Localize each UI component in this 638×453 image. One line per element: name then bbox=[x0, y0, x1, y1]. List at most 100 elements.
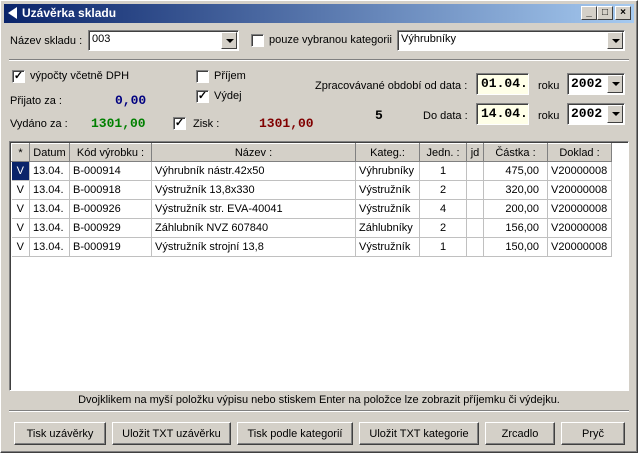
table-cell: B-000919 bbox=[69, 237, 152, 257]
received-label: Přijato za : bbox=[10, 95, 62, 107]
date-to-input[interactable]: 14.04. bbox=[476, 103, 529, 125]
column-header[interactable]: Doklad : bbox=[547, 143, 612, 162]
chevron-down-icon bbox=[612, 82, 620, 86]
table-cell: 2 bbox=[419, 180, 467, 200]
table-header-row: * Datum Kód výrobku : Název : Kateg.: Jedn. :… bbox=[11, 143, 612, 162]
column-header[interactable]: Název : bbox=[151, 143, 356, 162]
chevron-down-icon bbox=[612, 39, 620, 43]
table-cell: 200,00 bbox=[483, 199, 548, 219]
column-header[interactable]: Datum bbox=[29, 143, 70, 162]
separator bbox=[9, 59, 629, 61]
year-to-combo[interactable]: 2002 bbox=[567, 103, 625, 125]
print-by-category-button[interactable]: Tisk podle kategorií bbox=[237, 422, 353, 445]
table-cell: V bbox=[11, 161, 30, 181]
table-cell: V20000008 bbox=[547, 161, 612, 181]
table-row[interactable]: V 13.04. B-000914 Výhrubník nástr.42x50 Výhr… bbox=[11, 161, 612, 181]
print-closing-button[interactable]: Tisk uzávěrky bbox=[14, 422, 106, 445]
warehouse-dropdown-button[interactable] bbox=[221, 32, 237, 49]
receipt-checkbox[interactable] bbox=[196, 70, 209, 83]
table-cell: V20000008 bbox=[547, 218, 612, 238]
table-cell: B-000926 bbox=[69, 199, 152, 219]
chevron-down-icon bbox=[226, 39, 234, 43]
period-from-label: Zpracovávané období od data : bbox=[315, 80, 468, 92]
maximize-button[interactable]: □ bbox=[597, 6, 613, 20]
table-cell: 2 bbox=[419, 218, 467, 238]
table-cell: V bbox=[11, 180, 30, 200]
table-row[interactable]: V 13.04. B-000918 Výstružník 13,8x330 Výstru… bbox=[11, 180, 612, 200]
table-cell: Výstružník bbox=[355, 237, 420, 257]
date-from-input[interactable]: 01.04. bbox=[476, 73, 529, 95]
table-cell: 475,00 bbox=[483, 161, 548, 181]
warehouse-value: 003 bbox=[92, 33, 111, 45]
title-bar: Uzávěrka skladu _ □ × bbox=[4, 4, 634, 23]
receipt-label: Příjem bbox=[214, 70, 246, 82]
table-cell: V20000008 bbox=[547, 199, 612, 219]
table-cell: Záhlubník NVZ 607840 bbox=[151, 218, 356, 238]
items-grid[interactable]: * Datum Kód výrobku : Název : Kateg.: Jedn. :… bbox=[9, 141, 629, 391]
table-cell: Výstružník str. EVA-40041 bbox=[151, 199, 356, 219]
column-header[interactable]: Částka : bbox=[483, 143, 548, 162]
column-header[interactable]: Jedn. : bbox=[419, 143, 467, 162]
only-category-checkbox[interactable] bbox=[251, 34, 264, 47]
table-cell: Výstružník bbox=[355, 180, 420, 200]
closing-window: Uzávěrka skladu _ □ × Název skladu : 003… bbox=[0, 0, 638, 453]
table-cell: Výstružník bbox=[355, 199, 420, 219]
profit-value: 1301,00 bbox=[259, 116, 314, 131]
table-cell: Záhlubníky bbox=[355, 218, 420, 238]
column-header[interactable]: Kód výrobku : bbox=[69, 143, 152, 162]
table-row[interactable]: V 13.04. B-000929 Záhlubník NVZ 607840 Záhlu… bbox=[11, 218, 612, 238]
year-to-label: roku bbox=[538, 110, 560, 122]
issued-value: 1301,00 bbox=[91, 116, 146, 131]
warehouse-combo[interactable]: 003 bbox=[88, 30, 239, 51]
year-from-value: 2002 bbox=[571, 76, 603, 91]
table-cell: V bbox=[11, 199, 30, 219]
table-row[interactable]: V 13.04. B-000919 Výstružník strojní 13,8 Vý… bbox=[11, 237, 612, 257]
table-cell: 150,00 bbox=[483, 237, 548, 257]
issue-label: Výdej bbox=[214, 90, 242, 102]
vat-checkbox[interactable]: ✓ bbox=[12, 70, 25, 83]
table-cell: 13.04. bbox=[29, 237, 70, 257]
warehouse-label: Název skladu : bbox=[10, 35, 83, 47]
table-cell bbox=[466, 180, 484, 200]
table-cell: 320,00 bbox=[483, 180, 548, 200]
year-from-dropdown-button[interactable] bbox=[607, 75, 623, 93]
table-cell bbox=[466, 218, 484, 238]
table-cell: 4 bbox=[419, 199, 467, 219]
column-header[interactable]: jd bbox=[466, 143, 484, 162]
back-arrow-icon[interactable] bbox=[8, 7, 17, 19]
table-cell: Výstružník strojní 13,8 bbox=[151, 237, 356, 257]
category-combo[interactable]: Výhrubníky bbox=[397, 30, 625, 51]
save-txt-closing-button[interactable]: Uložit TXT uzávěrku bbox=[112, 422, 231, 445]
issue-checkbox[interactable]: ✓ bbox=[196, 90, 209, 103]
table-cell: B-000914 bbox=[69, 161, 152, 181]
profit-checkbox[interactable]: ✓ bbox=[173, 117, 186, 130]
year-from-combo[interactable]: 2002 bbox=[567, 73, 625, 95]
table-body: V 13.04. B-000914 Výhrubník nástr.42x50 Výhr… bbox=[11, 161, 612, 257]
exit-button[interactable]: Pryč bbox=[561, 422, 625, 445]
minimize-button[interactable]: _ bbox=[581, 6, 597, 20]
table-cell: Výhrubník nástr.42x50 bbox=[151, 161, 356, 181]
table-row[interactable]: V 13.04. B-000926 Výstružník str. EVA-40041… bbox=[11, 199, 612, 219]
vat-label: výpočty včetně DPH bbox=[30, 70, 130, 82]
column-header[interactable]: * bbox=[11, 143, 30, 162]
table-cell: V bbox=[11, 237, 30, 257]
category-dropdown-button[interactable] bbox=[607, 32, 623, 49]
table-cell bbox=[466, 199, 484, 219]
chevron-down-icon bbox=[612, 112, 620, 116]
close-button[interactable]: × bbox=[615, 6, 631, 20]
hint-text: Dvojklikem na myší položku výpisu nebo s… bbox=[78, 394, 560, 406]
table-cell: 13.04. bbox=[29, 161, 70, 181]
year-to-value: 2002 bbox=[571, 106, 603, 121]
issued-label: Vydáno za : bbox=[10, 118, 68, 130]
year-from-label: roku bbox=[538, 80, 560, 92]
column-header[interactable]: Kateg.: bbox=[355, 143, 420, 162]
year-to-dropdown-button[interactable] bbox=[607, 105, 623, 123]
save-txt-category-button[interactable]: Uložit TXT kategorie bbox=[359, 422, 479, 445]
record-count: 5 bbox=[375, 108, 383, 123]
category-value: Výhrubníky bbox=[401, 33, 457, 45]
period-to-label: Do data : bbox=[423, 110, 468, 122]
table-cell: Výstružník 13,8x330 bbox=[151, 180, 356, 200]
table-cell: 13.04. bbox=[29, 180, 70, 200]
mirror-button[interactable]: Zrcadlo bbox=[485, 422, 555, 445]
table-cell: V bbox=[11, 218, 30, 238]
